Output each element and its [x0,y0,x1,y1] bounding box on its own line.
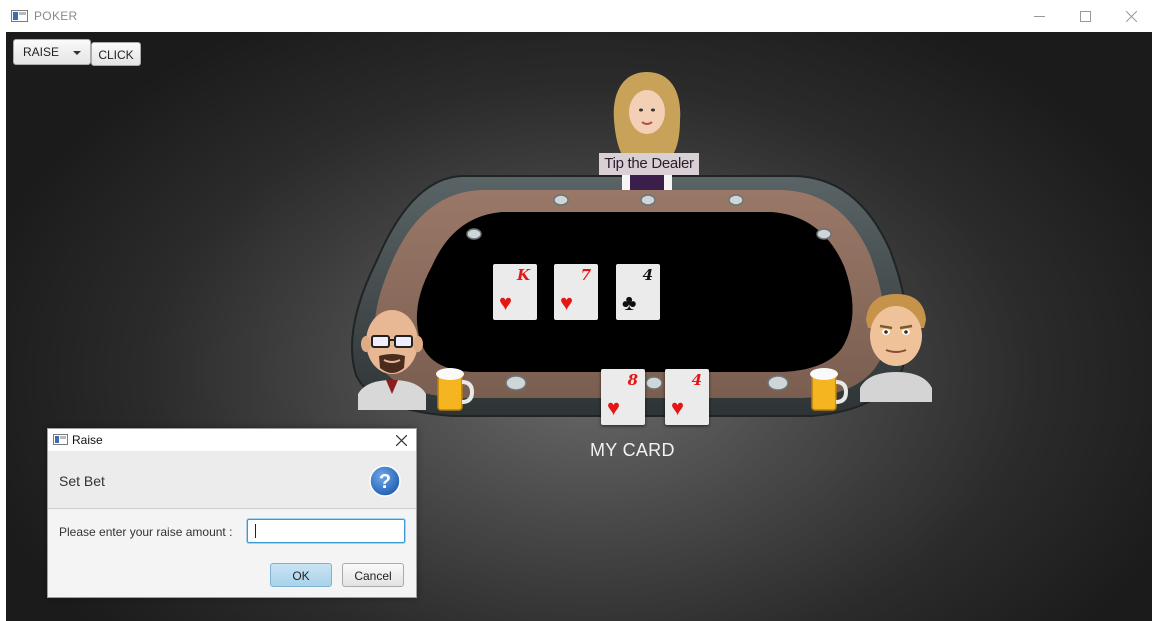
beer-mug-icon [436,368,474,411]
beer-mug-icon [810,368,848,411]
minimize-icon [1033,15,1045,17]
dialog-title: Raise [72,433,103,447]
svg-text:?: ? [379,471,391,493]
chevron-down-icon [73,51,81,55]
player-right-avatar [860,294,932,402]
maximize-icon [1079,10,1091,22]
action-select-value: RAISE [23,45,60,59]
heart-suit-icon: ♥ [671,395,685,420]
help-icon: ? [369,465,401,497]
close-window-button[interactable] [1108,0,1152,32]
heart-suit-icon: ♥ [499,290,513,315]
raise-amount-label: Please enter your raise amount : [59,525,233,539]
dialog-window-icon [53,434,68,445]
community-card: K ♥ [493,264,537,320]
minimize-button[interactable] [1016,0,1062,32]
club-suit-icon: ♣ [622,290,637,315]
my-card[interactable]: 8 ♥ [601,369,645,425]
app-window-icon [11,10,28,22]
window-title: POKER [34,9,78,23]
community-card: 4 ♣ [616,264,660,320]
close-icon [1125,10,1137,22]
heart-suit-icon: ♥ [607,395,621,420]
close-icon [395,434,407,446]
raise-amount-input[interactable] [247,519,405,543]
my-card-label: MY CARD [590,440,675,460]
cancel-button[interactable]: Cancel [342,563,404,587]
raise-dialog: Raise Set Bet ? Please enter your raise … [47,428,417,598]
dialog-close-button[interactable] [386,429,416,451]
card-rank: 4 [642,266,653,284]
text-cursor [255,524,256,538]
player-left-avatar [358,310,426,410]
window-titlebar: POKER [0,0,1152,32]
tip-dealer-label[interactable]: Tip the Dealer [599,153,699,175]
card-rank: K [516,266,530,284]
my-card[interactable]: 4 ♥ [665,369,709,425]
card-rank: 4 [691,371,702,389]
dialog-titlebar[interactable]: Raise [48,429,416,451]
card-rank: 7 [580,266,591,284]
click-button[interactable]: CLICK [91,42,141,66]
card-rank: 8 [627,371,638,389]
dealer-avatar [613,72,681,190]
dialog-header: Set Bet ? [48,451,416,509]
action-select[interactable]: RAISE [13,39,91,65]
community-card: 7 ♥ [554,264,598,320]
dialog-header-text: Set Bet [59,473,105,489]
ok-button[interactable]: OK [270,563,332,587]
heart-suit-icon: ♥ [560,290,574,315]
maximize-button[interactable] [1062,0,1108,32]
